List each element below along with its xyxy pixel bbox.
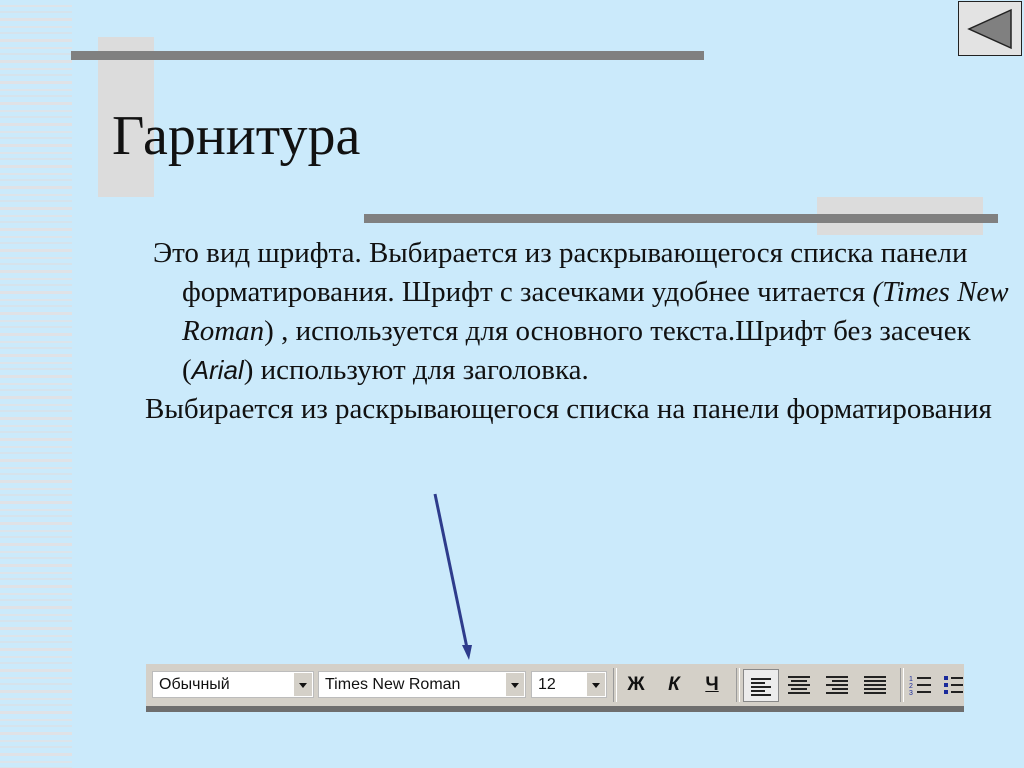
italic-button[interactable]: К (660, 670, 688, 700)
font-size-combo[interactable]: 12 (531, 671, 607, 698)
toolbar-separator (900, 668, 904, 702)
paragraph-2: Выбирается из раскрывающегося списка на … (145, 393, 992, 425)
sans-font-example: Arial (191, 355, 244, 385)
paragraph-1: Это вид шрифта. Выбирается из раскрывающ… (145, 234, 1015, 390)
slide-title: Гарнитура (112, 105, 361, 167)
toolbar-separator (613, 668, 617, 702)
svg-text:2: 2 (909, 683, 913, 690)
align-right-button[interactable] (824, 672, 850, 698)
bold-button[interactable]: Ж (622, 670, 650, 700)
underline-button[interactable]: Ч (698, 670, 726, 700)
paragraph-1-part1: Это вид шрифта. Выбирается из раскрывающ… (153, 237, 968, 308)
chevron-down-icon[interactable] (506, 673, 524, 696)
toolbar-separator (736, 668, 740, 702)
middle-divider-bar (364, 214, 998, 223)
bulleted-list-icon (944, 676, 963, 694)
font-size-value: 12 (538, 676, 556, 693)
font-combo-value: Times New Roman (325, 676, 461, 693)
numbered-list-icon: 1 2 3 (909, 676, 931, 697)
paragraph-1-part3: ) используют для заголовка. (243, 354, 589, 386)
font-combo[interactable]: Times New Roman (318, 671, 526, 698)
align-justify-button[interactable] (862, 672, 888, 698)
decorative-stripes (0, 0, 72, 768)
align-center-button[interactable] (786, 672, 812, 698)
formatting-toolbar: Обычный Times New Roman 12 Ж К Ч 1 2 3 (146, 664, 964, 712)
style-combo-value: Обычный (159, 676, 230, 693)
chevron-down-icon[interactable] (294, 673, 312, 696)
style-combo[interactable]: Обычный (152, 671, 314, 698)
back-button[interactable] (958, 1, 1022, 56)
align-left-button[interactable] (743, 669, 779, 702)
triangle-left-icon (967, 8, 1012, 50)
top-divider-bar (71, 51, 704, 60)
chevron-down-icon[interactable] (587, 673, 605, 696)
slide-body: Это вид шрифта. Выбирается из раскрывающ… (145, 234, 1015, 429)
svg-text:3: 3 (909, 690, 913, 697)
bulleted-list-button[interactable] (942, 672, 964, 698)
numbered-list-button[interactable]: 1 2 3 (908, 672, 934, 698)
svg-text:1: 1 (909, 676, 913, 683)
